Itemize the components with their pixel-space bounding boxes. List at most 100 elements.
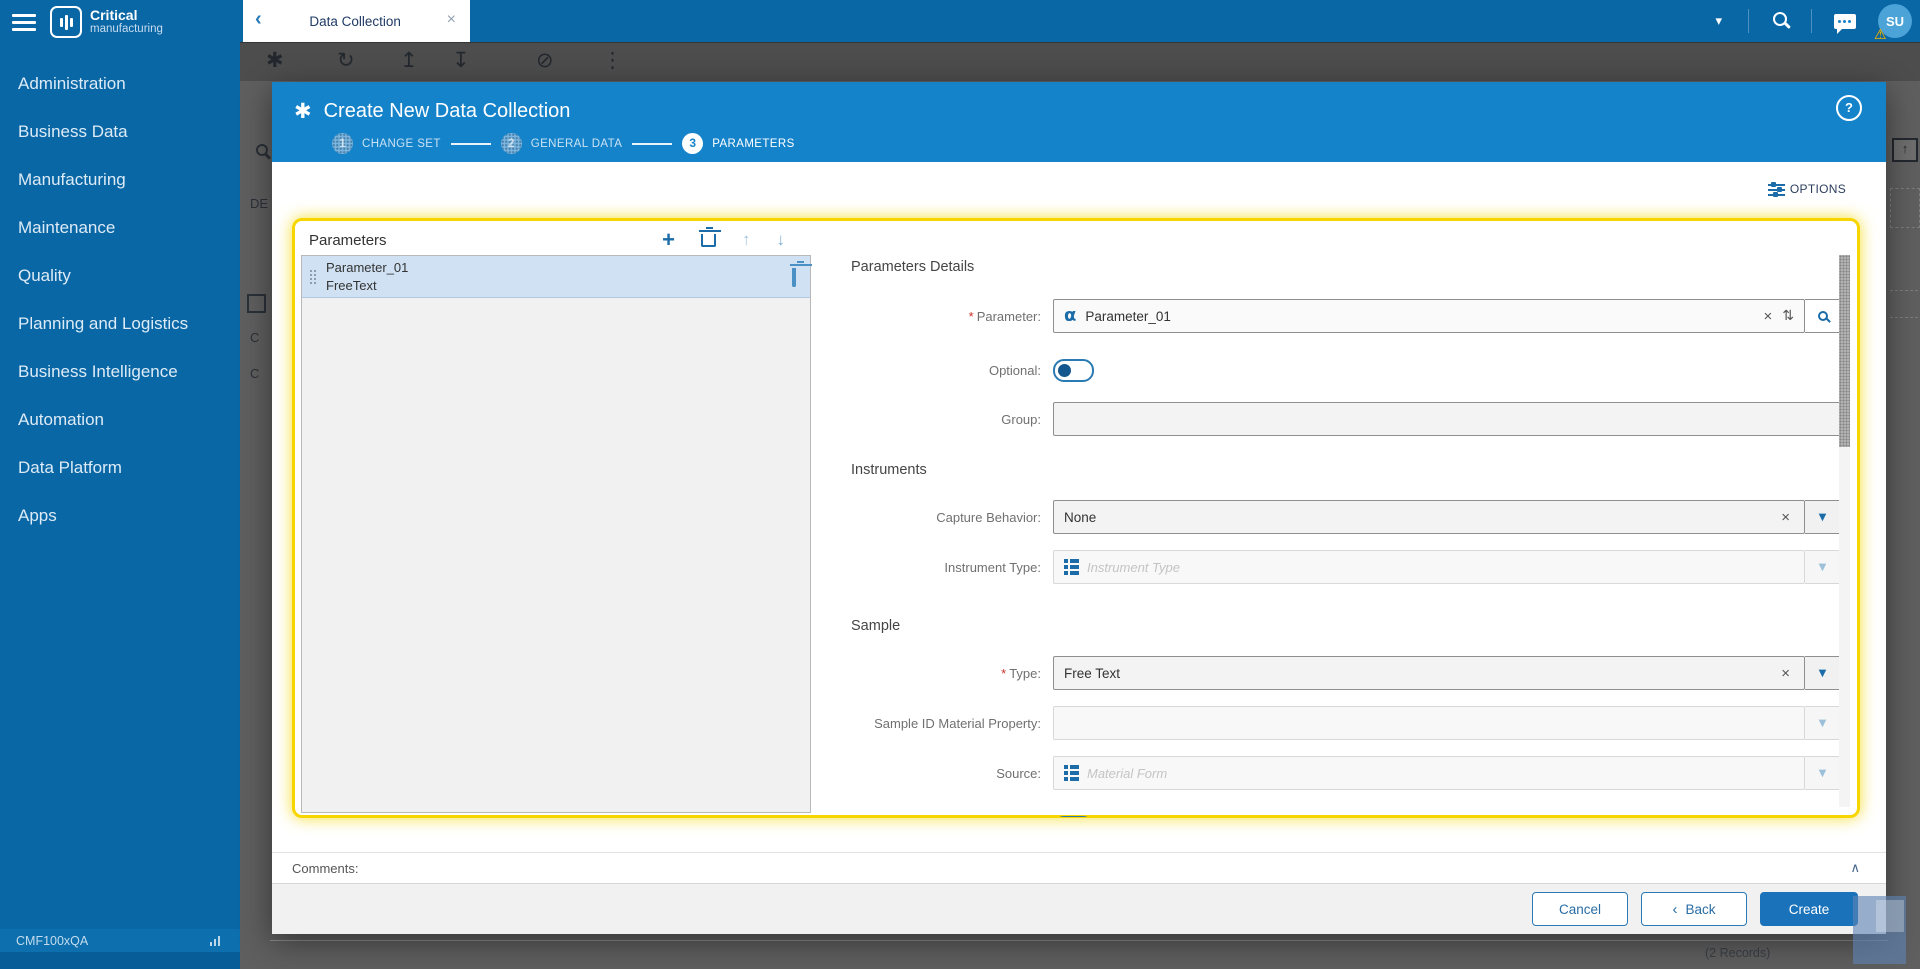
move-up-button[interactable]: ↑ [742,230,751,250]
more-actions-icon: ⋮ [602,48,623,72]
parameters-list-header: Parameters + ↑ ↓ [301,225,811,255]
optional-toggle[interactable] [1053,359,1094,382]
source-select: Material Form [1053,756,1805,790]
company-logo-icon [50,6,82,38]
topbar-actions: ▾ SU ⚠ [1689,0,1920,42]
tab-close-icon[interactable]: × [439,11,470,31]
tabs-dropdown-icon[interactable]: ▾ [1689,13,1748,29]
screen: Critical manufacturing Administration Bu… [0,0,1920,969]
messages-icon[interactable] [1834,13,1856,34]
type-select[interactable]: Free Text × [1053,656,1805,690]
capture-behavior-label: Capture Behavior: [936,509,1041,525]
warning-badge-icon: ⚠ [1874,26,1887,42]
step-1-label[interactable]: CHANGE SET [362,138,441,150]
sample-count-toggle[interactable] [1053,816,1094,817]
remove-item-button[interactable] [792,267,796,287]
background-grid-line [270,940,1888,941]
source-placeholder: Material Form [1087,765,1168,781]
add-parameter-button[interactable]: + [662,229,675,251]
required-icon: * [1001,665,1007,681]
sidebar-item-automation[interactable]: Automation [0,396,240,444]
create-data-collection-modal: ✱ Create New Data Collection ? 1 CHANGE … [272,82,1886,934]
details-heading: Parameters Details [851,259,975,275]
options-sliders-icon [1767,181,1785,197]
separator [1811,9,1812,33]
sidebar-item-data-platform[interactable]: Data Platform [0,444,240,492]
clear-icon[interactable]: × [1777,665,1794,682]
type-dropdown-button[interactable]: ▼ [1805,656,1841,690]
menu-icon[interactable] [12,10,38,35]
instrument-type-placeholder: Instrument Type [1087,559,1180,575]
step-connector [450,142,491,145]
group-input[interactable] [1053,402,1841,436]
clear-icon[interactable]: × [1760,308,1777,325]
parameter-search-button[interactable] [1805,299,1841,333]
record-count: (2 Records) [1705,946,1771,960]
entity-list-icon [1064,559,1079,575]
background-row-text: C [250,366,260,381]
connection-signal-icon [209,935,220,946]
advanced-filter-icon[interactable]: ⇅ [1782,308,1794,324]
sample-id-label: Sample ID Material Property: [874,715,1041,731]
background-cell-icon [247,294,266,313]
tab-data-collection[interactable]: ‹ Data Collection × [243,0,470,42]
sidebar-item-quality[interactable]: Quality [0,252,240,300]
sidebar-item-planning-and-logistics[interactable]: Planning and Logistics [0,300,240,348]
parameter-row: * Parameter: α Parameter_01 × ⇅ [851,299,1841,333]
create-button[interactable]: Create [1760,892,1858,926]
scrollbar-thumb[interactable] [1839,255,1850,447]
step-2-label[interactable]: GENERAL DATA [531,138,623,150]
capture-behavior-select[interactable]: None × [1053,500,1805,534]
back-button[interactable]: ‹ Back [1641,892,1747,926]
help-icon[interactable]: ? [1836,95,1862,121]
logo-title: Critical [90,7,138,24]
search-icon [1773,11,1787,26]
collapse-icon[interactable]: ∧ [1850,861,1886,876]
source-label: Source: [996,765,1041,781]
move-down-button[interactable]: ↓ [777,230,786,250]
sidebar-item-business-intelligence[interactable]: Business Intelligence [0,348,240,396]
sidebar-item-maintenance[interactable]: Maintenance [0,204,240,252]
user-menu[interactable]: SU ⚠ [1874,4,1912,41]
comments-label: Comments: [292,860,359,876]
parameter-list-item-selected[interactable]: Parameter_01 FreeText [302,256,810,298]
background-upload-icon: ↑ [1892,138,1918,162]
parameter-label: * Parameter: [968,308,1041,324]
comments-row: Comments: ∧ [272,852,1886,884]
drag-handle-icon[interactable] [310,269,316,284]
sidebar-item-business-data[interactable]: Business Data [0,108,240,156]
step-1-circle[interactable]: 1 [332,133,353,154]
global-search-button[interactable] [1749,11,1811,31]
background-row-text: C [250,330,260,345]
new-entity-icon: ✱ [294,99,312,123]
parameter-item-name: Parameter_01 [326,259,409,275]
options-button[interactable]: OPTIONS [1767,181,1846,197]
modal-title: Create New Data Collection [323,99,571,122]
optional-label: Optional: [988,363,1041,378]
sample-id-select [1053,706,1805,740]
capture-behavior-dropdown-button[interactable]: ▼ [1805,500,1841,534]
cancel-button[interactable]: Cancel [1532,892,1628,926]
new-icon: ✱ [266,48,284,72]
tab-title: Data Collection [309,13,401,29]
sidebar-nav: Administration Business Data Manufacturi… [0,60,240,540]
step-3-circle[interactable]: 3 [682,133,704,154]
tab-back-icon[interactable]: ‹ [243,8,272,34]
toggle-knob [1058,364,1071,377]
sidebar-item-administration[interactable]: Administration [0,60,240,108]
search-icon [1817,311,1828,321]
wizard-steps: 1 CHANGE SET 2 GENERAL DATA 3 PARAMETERS [332,133,805,154]
delete-parameter-button[interactable] [698,226,721,247]
sidebar-item-manufacturing[interactable]: Manufacturing [0,156,240,204]
instrument-type-select: Instrument Type [1053,550,1805,584]
step-2-circle[interactable]: 2 [500,133,522,154]
parameter-input[interactable]: α Parameter_01 × ⇅ [1053,299,1805,333]
step-3-label[interactable]: PARAMETERS [712,138,794,150]
details-scrollbar[interactable] [1839,255,1850,807]
environment-name: CMF100xQA [16,933,89,948]
sidebar-item-apps[interactable]: Apps [0,492,240,540]
clear-icon[interactable]: × [1777,509,1794,526]
caret-down-icon: ▼ [1818,561,1827,573]
parameter-item-type: FreeText [326,277,377,293]
sidebar-bottom-strip [0,952,240,969]
